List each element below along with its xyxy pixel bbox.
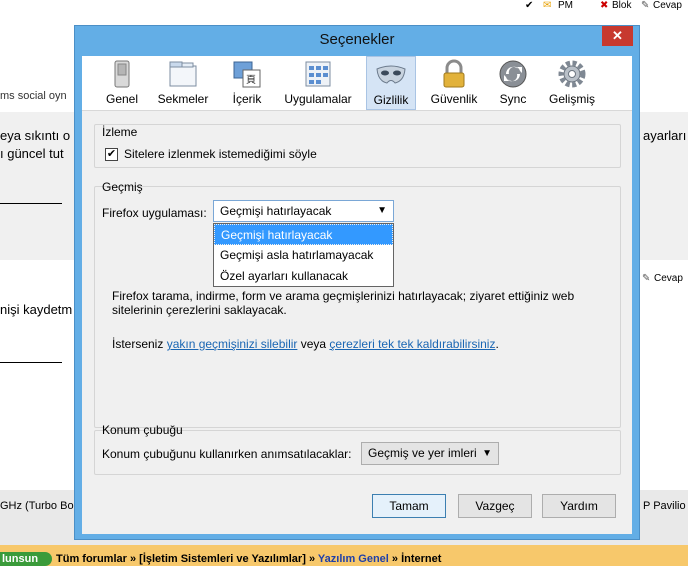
- tab-tabs[interactable]: Sekmeler: [152, 56, 214, 110]
- cancel-button[interactable]: Vazgeç: [458, 494, 532, 518]
- applications-icon: [305, 61, 331, 87]
- breadcrumb-link[interactable]: [İşletim Sistemleri ve Yazılımlar]: [139, 553, 306, 565]
- history-description: Firefox tarama, indirme, form ve arama g…: [112, 289, 575, 317]
- breadcrumb-link[interactable]: İnternet: [401, 553, 441, 565]
- ok-button[interactable]: Tamam: [372, 494, 446, 518]
- history-mode-dropdown: Geçmişi hatırlayacak Geçmişi asla hatırl…: [213, 223, 394, 287]
- tab-general[interactable]: Genel: [102, 56, 142, 110]
- do-not-track-checkbox[interactable]: ✔: [105, 148, 118, 161]
- mask-icon: [376, 65, 406, 84]
- chevron-down-icon: ▼: [482, 448, 492, 459]
- tab-content[interactable]: 頁 İçerik: [224, 56, 270, 110]
- background-text: ms social oyn: [0, 90, 67, 102]
- background-text: nişi kaydetm: [0, 302, 73, 317]
- content-icon: 頁: [233, 61, 261, 88]
- top-link-pm[interactable]: PM: [558, 0, 573, 11]
- tab-label: Sync: [499, 92, 527, 106]
- help-button[interactable]: Yardım: [542, 494, 616, 518]
- background-text: ı güncel tut: [0, 146, 64, 161]
- remove-cookies-link[interactable]: çerezleri tek tek kaldırabilirsiniz: [329, 337, 495, 351]
- switch-icon: [114, 60, 130, 88]
- breadcrumb: Tüm forumlar » [İşletim Sistemleri ve Ya…: [56, 553, 442, 565]
- history-mode-select[interactable]: Geçmişi hatırlayacak ▼: [213, 200, 394, 222]
- sync-icon: [499, 60, 527, 88]
- history-option[interactable]: Geçmişi asla hatırlamayacak: [214, 245, 393, 266]
- privacy-panel: İzleme ✔ Sitelere izlenmek istemediğimi …: [82, 110, 632, 534]
- tab-applications[interactable]: Uygulamalar: [280, 56, 356, 110]
- tab-label: Gelişmiş: [548, 92, 595, 106]
- history-option[interactable]: Özel ayarları kullanacak: [214, 266, 393, 287]
- divider: [0, 203, 62, 204]
- pm-icon: ✉: [543, 0, 552, 11]
- svg-text:頁: 頁: [246, 74, 256, 86]
- background-text: eya sıkıntı o: [0, 128, 71, 143]
- reply-icon: ✎: [642, 273, 651, 284]
- top-link-check-icon: ✔: [525, 0, 534, 11]
- background-text: ayarları: [643, 128, 687, 143]
- location-bar-suggest-select[interactable]: Geçmiş ve yer imleri ▼: [361, 442, 499, 465]
- tab-advanced[interactable]: Gelişmiş: [544, 56, 600, 110]
- top-link-block[interactable]: Blok: [612, 0, 631, 11]
- close-button[interactable]: ✕: [602, 26, 633, 46]
- options-toolbar: Genel Sekmeler 頁 İçerik Uygulamalar Gizl…: [82, 56, 632, 110]
- chevron-down-icon: ▼: [377, 205, 387, 216]
- background-top-strip: [0, 0, 688, 12]
- tab-label: Gizlilik: [373, 93, 409, 107]
- tabs-icon: [169, 61, 197, 87]
- gear-icon: [558, 60, 586, 88]
- tab-privacy[interactable]: Gizlilik: [366, 56, 416, 110]
- tab-label: Sekmeler: [157, 92, 209, 106]
- block-icon: ✖: [600, 0, 609, 11]
- background-text: P Pavilio: [643, 500, 686, 512]
- divider: [0, 362, 62, 363]
- tracking-group-title: İzleme: [102, 125, 138, 139]
- tab-sync[interactable]: Sync: [492, 56, 534, 110]
- online-badge: lunsun: [0, 552, 52, 566]
- do-not-track-label[interactable]: Sitelere izlenmek istemediğimi söyle: [124, 147, 317, 161]
- history-group-title: Geçmiş: [102, 180, 143, 194]
- firefox-history-label: Firefox uygulaması:: [102, 206, 207, 220]
- breadcrumb-link[interactable]: Yazılım Genel: [318, 553, 389, 565]
- tab-security[interactable]: Güvenlik: [426, 56, 482, 110]
- top-link-reply[interactable]: Cevap: [653, 0, 682, 11]
- location-bar-label: Konum çubuğunu kullanırken anımsatılacak…: [102, 447, 352, 461]
- options-dialog: Seçenekler ✕ Genel Sekmeler 頁 İçerik Uyg…: [74, 25, 640, 540]
- reply-link[interactable]: Cevap: [654, 273, 683, 284]
- tab-label: Uygulamalar: [284, 92, 352, 106]
- background-text: GHz (Turbo Bo: [0, 500, 74, 512]
- tab-label: Güvenlik: [430, 92, 478, 106]
- clear-recent-history-link[interactable]: yakın geçmişinizi silebilir: [167, 337, 298, 351]
- history-option[interactable]: Geçmişi hatırlayacak: [214, 224, 393, 245]
- clear-history-text: İsterseniz yakın geçmişinizi silebilir v…: [112, 337, 499, 351]
- lock-icon: [443, 59, 465, 88]
- tracking-group: [94, 124, 621, 168]
- dialog-title: Seçenekler: [319, 31, 395, 48]
- tab-label: Genel: [105, 92, 139, 106]
- breadcrumb-link[interactable]: Tüm forumlar: [56, 553, 127, 565]
- tab-label: İçerik: [232, 92, 262, 106]
- location-bar-group-title: Konum çubuğu: [102, 423, 183, 437]
- reply-icon: ✎: [641, 0, 650, 11]
